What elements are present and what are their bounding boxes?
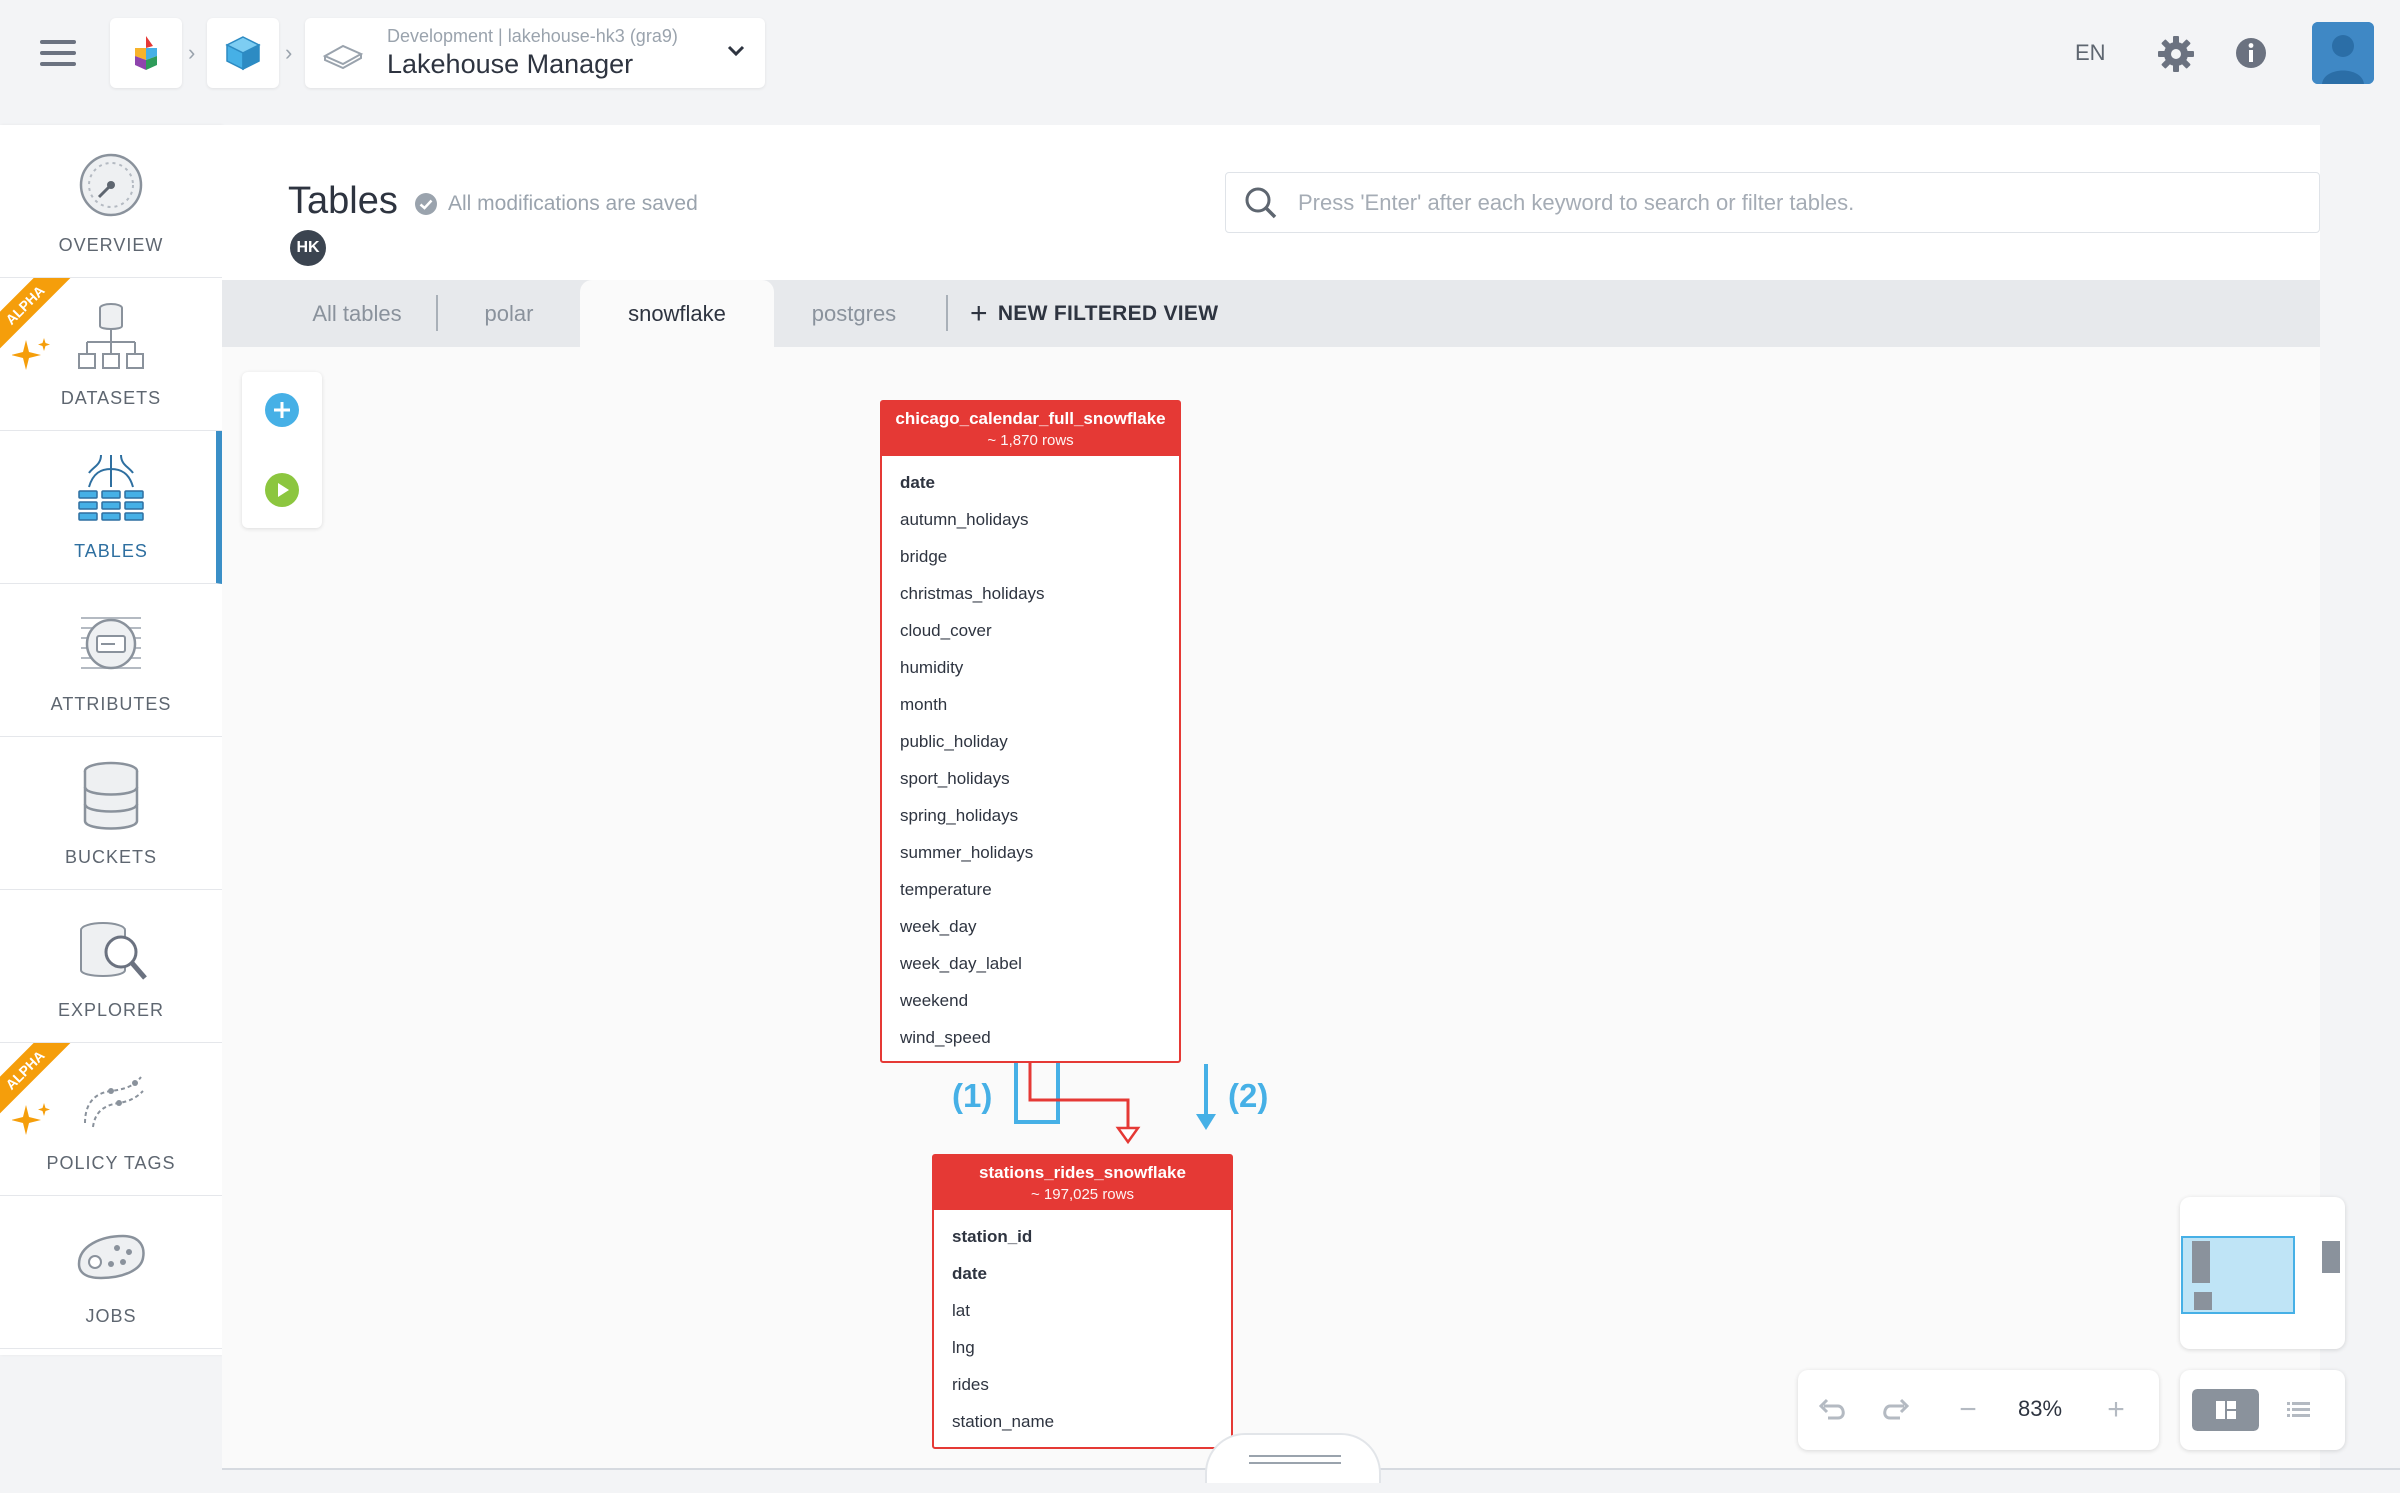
table-field[interactable]: month xyxy=(882,686,1179,723)
redo-icon[interactable] xyxy=(1876,1390,1916,1430)
minimap[interactable] xyxy=(2180,1197,2345,1349)
table-field[interactable]: spring_holidays xyxy=(882,797,1179,834)
drag-grip xyxy=(1249,1455,1341,1457)
table-field[interactable]: public_holiday xyxy=(882,723,1179,760)
table-row-count: ~ 1,870 rows xyxy=(987,432,1074,449)
table-field[interactable]: christmas_holidays xyxy=(882,575,1179,612)
table-field[interactable]: wind_speed xyxy=(882,1019,1179,1056)
panel-drag-handle[interactable] xyxy=(1205,1433,1381,1483)
table-field-list: station_id date lat lng rides station_na… xyxy=(934,1210,1231,1440)
minimap-table xyxy=(2194,1292,2212,1310)
diagram-view-icon[interactable] xyxy=(2192,1389,2259,1431)
table-node-header[interactable]: chicago_calendar_full_snowflake ~ 1,870 … xyxy=(882,402,1179,456)
minimap-table xyxy=(2192,1241,2210,1283)
table-field[interactable]: summer_holidays xyxy=(882,834,1179,871)
undo-icon[interactable] xyxy=(1812,1390,1852,1430)
table-row-count: ~ 197,025 rows xyxy=(1031,1186,1134,1203)
table-name: stations_rides_snowflake xyxy=(979,1163,1186,1182)
annotation-one: (1) xyxy=(952,1077,993,1114)
list-view-icon[interactable] xyxy=(2265,1389,2332,1431)
table-field[interactable]: lat xyxy=(934,1292,1231,1329)
table-field[interactable]: week_day_label xyxy=(882,945,1179,982)
table-field[interactable]: cloud_cover xyxy=(882,612,1179,649)
zoom-level: 83% xyxy=(2018,1396,2063,1421)
table-field[interactable]: station_name xyxy=(934,1403,1231,1440)
table-field[interactable]: date xyxy=(882,464,1179,501)
table-field[interactable]: temperature xyxy=(882,871,1179,908)
table-field[interactable]: week_day xyxy=(882,908,1179,945)
table-node[interactable]: chicago_calendar_full_snowflake ~ 1,870 … xyxy=(880,400,1181,1063)
zoom-controls: − 83% + xyxy=(1798,1370,2159,1450)
table-field[interactable]: weekend xyxy=(882,982,1179,1019)
zoom-out-button[interactable]: − xyxy=(1948,1390,1988,1430)
zoom-in-button[interactable]: + xyxy=(2096,1390,2136,1430)
table-field[interactable]: rides xyxy=(934,1366,1231,1403)
direction-arrowhead xyxy=(1196,1114,1216,1130)
table-field[interactable]: sport_holidays xyxy=(882,760,1179,797)
table-field[interactable]: humidity xyxy=(882,649,1179,686)
table-field[interactable]: bridge xyxy=(882,538,1179,575)
table-field[interactable]: lng xyxy=(934,1329,1231,1366)
table-field[interactable]: date xyxy=(934,1255,1231,1292)
view-mode-toggle xyxy=(2180,1370,2345,1450)
drag-grip xyxy=(1249,1462,1341,1464)
table-field[interactable]: station_id xyxy=(934,1218,1231,1255)
table-node-header[interactable]: stations_rides_snowflake ~ 197,025 rows xyxy=(934,1156,1231,1210)
annotation-two: (2) xyxy=(1228,1077,1269,1114)
table-field[interactable]: autumn_holidays xyxy=(882,501,1179,538)
relation-arrowhead xyxy=(1115,1126,1141,1145)
table-node[interactable]: stations_rides_snowflake ~ 197,025 rows … xyxy=(932,1154,1233,1449)
minimap-table xyxy=(2322,1241,2340,1273)
table-field-list: date autumn_holidays bridge christmas_ho… xyxy=(882,456,1179,1056)
minimap-view xyxy=(2181,1236,2340,1314)
table-name: chicago_calendar_full_snowflake xyxy=(895,409,1166,428)
